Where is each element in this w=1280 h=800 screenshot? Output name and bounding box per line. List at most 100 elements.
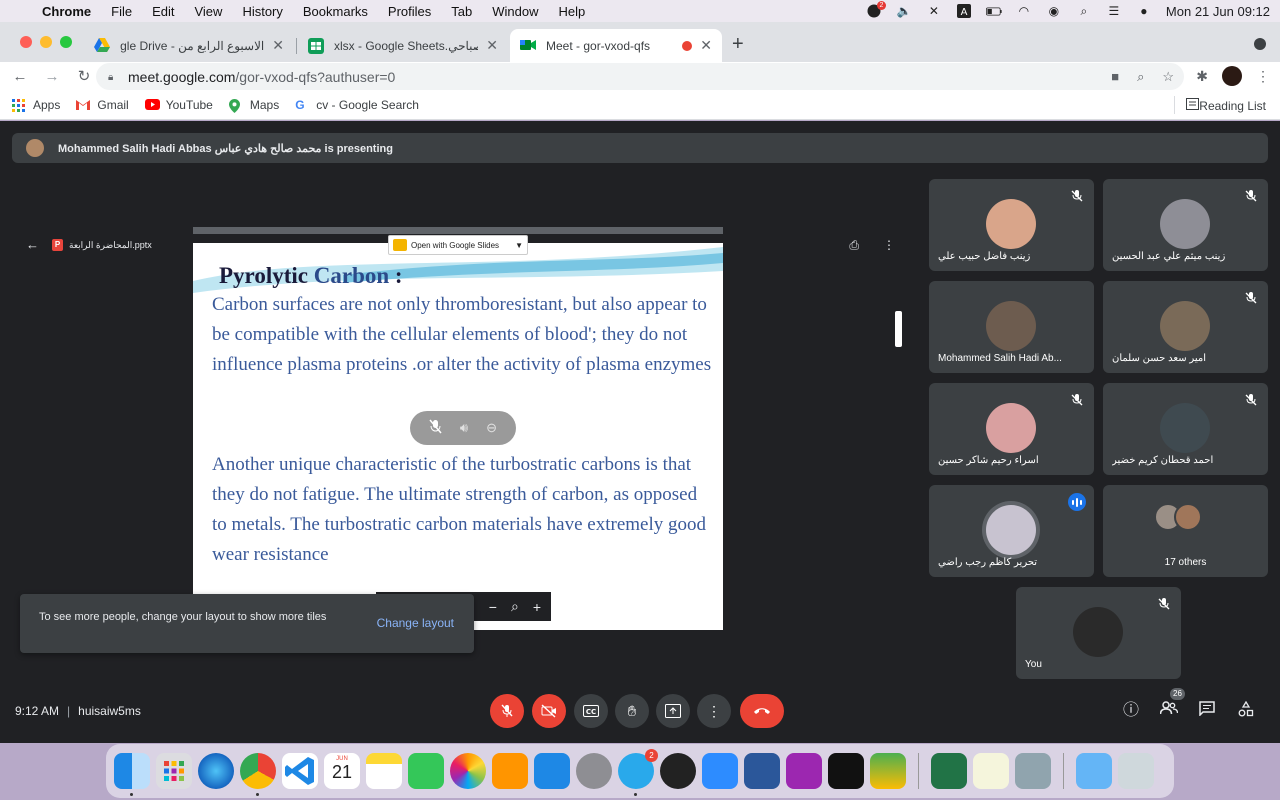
- zoom-window-button[interactable]: [60, 36, 72, 48]
- profile-avatar[interactable]: [1222, 66, 1242, 86]
- tab-google-meet[interactable]: Meet - gor-vxod-qfs ✕: [510, 29, 722, 62]
- remove-circle-icon[interactable]: ⊖: [486, 420, 497, 436]
- document-icon[interactable]: [973, 753, 1009, 789]
- system-preferences-icon[interactable]: [576, 753, 612, 789]
- back-icon[interactable]: ←: [8, 68, 32, 85]
- back-arrow-icon[interactable]: ←: [26, 237, 39, 252]
- disk-utility-icon[interactable]: [660, 753, 696, 789]
- facetime-icon[interactable]: [408, 753, 444, 789]
- people-icon[interactable]: [1159, 701, 1179, 721]
- lock-icon[interactable]: 🔒︎: [108, 72, 118, 83]
- zoom-icon[interactable]: ⌕: [1137, 69, 1144, 85]
- word-icon[interactable]: [744, 753, 780, 789]
- installer-icon[interactable]: [870, 753, 906, 789]
- participant-tile[interactable]: Mohammed Salih Hadi Ab...: [929, 281, 1094, 373]
- reading-list[interactable]: Reading List: [1174, 96, 1266, 114]
- print-icon[interactable]: ⎙: [849, 238, 859, 253]
- bookmark-maps[interactable]: Maps: [228, 98, 279, 113]
- meeting-code[interactable]: huisaiw5ms: [78, 704, 141, 718]
- books-icon[interactable]: [492, 753, 528, 789]
- participant-tile[interactable]: احمد قحطان كريم خضير: [1103, 383, 1268, 475]
- menu-help[interactable]: Help: [559, 4, 586, 19]
- menu-window[interactable]: Window: [492, 4, 538, 19]
- menu-edit[interactable]: Edit: [152, 4, 174, 19]
- menu-bookmarks[interactable]: Bookmarks: [303, 4, 368, 19]
- siri-icon[interactable]: ●: [1136, 4, 1152, 18]
- tab-google-sheets[interactable]: xlsx - Google Sheets.الصباحي ✕: [298, 29, 508, 62]
- chat-icon[interactable]: [1197, 701, 1217, 721]
- zoom-magnifier-icon[interactable]: ⌕: [511, 598, 519, 615]
- bookmark-gmail[interactable]: Gmail: [76, 98, 129, 112]
- notification-icon[interactable]: [866, 1, 886, 18]
- bookmark-star-icon[interactable]: ☆: [1162, 69, 1174, 85]
- camera-toggle-button[interactable]: [532, 694, 566, 728]
- close-icon[interactable]: ✕: [486, 37, 498, 54]
- mic-toggle-button[interactable]: [490, 694, 524, 728]
- bluetooth-icon[interactable]: ✕: [926, 4, 942, 18]
- calendar-icon[interactable]: JUN 21: [324, 753, 360, 789]
- address-bar[interactable]: 🔒︎ meet.google.com/gor-vxod-qfs?authuser…: [96, 63, 1184, 90]
- menu-history[interactable]: History: [242, 4, 282, 19]
- activities-icon[interactable]: [1236, 700, 1256, 721]
- close-window-button[interactable]: [20, 36, 32, 48]
- open-with-google-slides-button[interactable]: Open with Google Slides ▼: [388, 235, 528, 255]
- camera-icon[interactable]: ■: [1111, 69, 1119, 85]
- new-tab-icon[interactable]: +: [732, 34, 744, 54]
- tab-google-drive[interactable]: الاسبوع الرابع من - Google Drive ✕: [84, 29, 294, 62]
- battery-icon[interactable]: [985, 4, 1002, 18]
- slide-scrollbar[interactable]: [895, 311, 902, 347]
- participant-tile[interactable]: اسراء رحيم شاكر حسين: [929, 383, 1094, 475]
- extensions-icon[interactable]: ✱: [1196, 68, 1208, 85]
- close-icon[interactable]: ✕: [272, 37, 284, 54]
- control-center-icon[interactable]: ☰: [1106, 4, 1122, 18]
- apple-icon[interactable]: [10, 3, 24, 19]
- participant-tile[interactable]: امير سعد حسن سلمان: [1103, 281, 1268, 373]
- input-source-icon[interactable]: A: [956, 4, 972, 18]
- menu-profiles[interactable]: Profiles: [388, 4, 431, 19]
- zoom-out-icon[interactable]: −: [489, 599, 497, 615]
- telegram-icon[interactable]: 2: [618, 749, 658, 796]
- minimize-window-button[interactable]: [40, 36, 52, 48]
- bookmark-cv-search[interactable]: G cv - Google Search: [295, 98, 419, 112]
- app-store-icon[interactable]: [534, 753, 570, 789]
- info-icon[interactable]: ⓘ: [1121, 701, 1141, 721]
- downloads-folder-icon[interactable]: [1076, 753, 1112, 789]
- safari-icon[interactable]: [198, 753, 234, 789]
- vscode-icon[interactable]: [282, 753, 318, 789]
- change-layout-button[interactable]: Change layout: [377, 616, 454, 630]
- trash-icon[interactable]: [1118, 753, 1154, 789]
- more-options-button[interactable]: ⋮: [697, 694, 731, 728]
- tab-search-icon[interactable]: [1254, 38, 1266, 50]
- bookmark-apps[interactable]: Apps: [12, 98, 60, 112]
- photos-icon[interactable]: [450, 753, 486, 789]
- menu-view[interactable]: View: [194, 4, 222, 19]
- chrome-icon[interactable]: [240, 753, 276, 796]
- menubar-clock[interactable]: Mon 21 Jun 09:12: [1166, 4, 1270, 19]
- menu-app-name[interactable]: Chrome: [42, 4, 91, 19]
- finder-icon[interactable]: [114, 753, 150, 796]
- apple-tv-icon[interactable]: [828, 753, 864, 789]
- speaker-icon[interactable]: 🔊︎: [460, 420, 468, 436]
- bookmark-youtube[interactable]: YouTube: [144, 98, 213, 112]
- captions-button[interactable]: CC: [574, 694, 608, 728]
- forward-icon[interactable]: →: [40, 68, 64, 85]
- excel-icon[interactable]: [931, 753, 967, 789]
- launchpad-icon[interactable]: [156, 753, 192, 789]
- others-tile[interactable]: 17 others: [1103, 485, 1268, 577]
- raise-hand-button[interactable]: ✋︎: [615, 694, 649, 728]
- present-now-button[interactable]: [656, 694, 690, 728]
- self-tile[interactable]: You: [1016, 587, 1181, 679]
- participant-tile[interactable]: تحرير كاظم رجب راضي: [929, 485, 1094, 577]
- participant-tile[interactable]: زينب ميثم علي عبد الحسين: [1103, 179, 1268, 271]
- podcasts-icon[interactable]: [786, 753, 822, 789]
- spotlight-icon[interactable]: ⌕: [1076, 4, 1092, 18]
- notes-icon[interactable]: [366, 753, 402, 789]
- close-icon[interactable]: ✕: [700, 37, 712, 54]
- menu-file[interactable]: File: [111, 4, 132, 19]
- zoom-in-icon[interactable]: +: [533, 599, 541, 615]
- mic-off-icon[interactable]: [429, 419, 442, 437]
- preview-icon[interactable]: [1015, 753, 1051, 789]
- reload-icon[interactable]: ↻: [72, 67, 96, 85]
- more-vert-icon[interactable]: ⋮: [883, 238, 895, 253]
- wifi-icon[interactable]: ◠: [1016, 4, 1032, 18]
